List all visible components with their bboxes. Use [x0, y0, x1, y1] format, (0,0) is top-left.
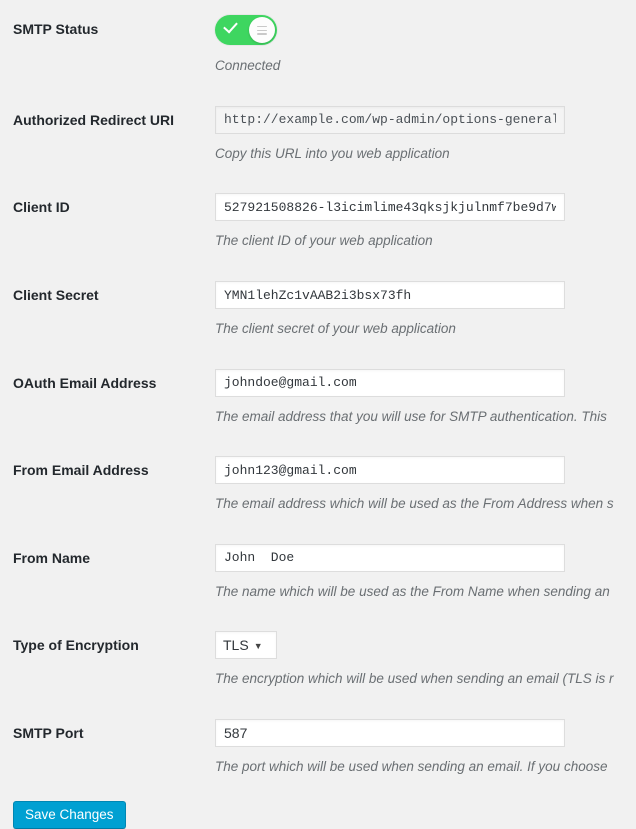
field-from-email-address: The email address which will be used as … — [215, 441, 636, 529]
authorized-redirect-uri-input[interactable] — [215, 105, 565, 134]
field-client-id: The client ID of your web application — [215, 178, 636, 266]
label-type-of-encryption: Type of Encryption — [13, 637, 139, 654]
smtp-status-toggle[interactable] — [215, 15, 277, 45]
field-smtp-status: Connected — [215, 0, 636, 91]
field-client-secret: The client secret of your web applicatio… — [215, 266, 636, 354]
form-row-client-secret: Client Secret The client secret of your … — [0, 266, 636, 354]
desc-smtp-port: The port which will be used when sending… — [215, 758, 608, 774]
label-from-name: From Name — [13, 549, 91, 566]
form-row-type-of-encryption: Type of Encryption TLS ▼ The encryption w… — [0, 616, 636, 704]
type-of-encryption-selected-value: TLS — [223, 637, 249, 654]
field-authorized-redirect-uri: Copy this URL into you web application — [215, 91, 636, 179]
desc-type-of-encryption: The encryption which will be used when s… — [215, 671, 614, 687]
desc-oauth-email-address: The email address that you will use for … — [215, 408, 607, 424]
field-type-of-encryption: TLS ▼ The encryption which will be used w… — [215, 616, 636, 704]
smtp-status-text: Connected — [215, 58, 281, 73]
type-of-encryption-select[interactable]: TLS ▼ — [215, 631, 277, 660]
submit-area: Save Changes — [0, 791, 636, 829]
from-email-address-input[interactable] — [215, 456, 565, 485]
field-oauth-email-address: The email address that you will use for … — [215, 354, 636, 442]
from-name-input[interactable] — [215, 543, 565, 572]
desc-client-id: The client ID of your web application — [215, 233, 433, 249]
field-from-name: The name which will be used as the From … — [215, 529, 636, 617]
desc-authorized-redirect-uri: Copy this URL into you web application — [215, 145, 450, 161]
client-id-input[interactable] — [215, 193, 565, 222]
label-smtp-port: SMTP Port — [13, 724, 84, 741]
toggle-knob — [249, 17, 275, 43]
label-client-secret: Client Secret — [13, 287, 99, 304]
save-changes-button[interactable]: Save Changes — [13, 801, 126, 829]
check-icon — [223, 18, 238, 34]
chevron-down-icon: ▼ — [253, 641, 263, 652]
smtp-settings-form: SMTP Status Connected Authorized Redirec… — [0, 0, 636, 791]
label-client-id: Client ID — [13, 199, 70, 216]
label-oauth-email-address: OAuth Email Address — [13, 374, 157, 391]
label-authorized-redirect-uri: Authorized Redirect URI — [13, 111, 175, 128]
desc-client-secret: The client secret of your web applicatio… — [215, 321, 456, 337]
form-row-from-email-address: From Email Address The email address whi… — [0, 441, 636, 529]
label-from-email-address: From Email Address — [13, 462, 149, 479]
field-smtp-port: The port which will be used when sending… — [215, 704, 636, 792]
desc-from-name: The name which will be used as the From … — [215, 583, 610, 599]
hamburger-icon — [257, 26, 267, 35]
smtp-port-input[interactable] — [215, 718, 565, 747]
label-smtp-status: SMTP Status — [13, 21, 99, 37]
form-row-from-name: From Name The name which will be used as… — [0, 529, 636, 617]
oauth-email-address-input[interactable] — [215, 368, 565, 397]
form-row-client-id: Client ID The client ID of your web appl… — [0, 178, 636, 266]
form-row-authorized-redirect-uri: Authorized Redirect URI Copy this URL in… — [0, 91, 636, 179]
form-row-smtp-status: SMTP Status Connected — [0, 0, 636, 91]
form-row-smtp-port: SMTP Port The port which will be used wh… — [0, 704, 636, 792]
desc-from-email-address: The email address which will be used as … — [215, 496, 614, 512]
client-secret-input[interactable] — [215, 281, 565, 310]
form-row-oauth-email-address: OAuth Email Address The email address th… — [0, 354, 636, 442]
